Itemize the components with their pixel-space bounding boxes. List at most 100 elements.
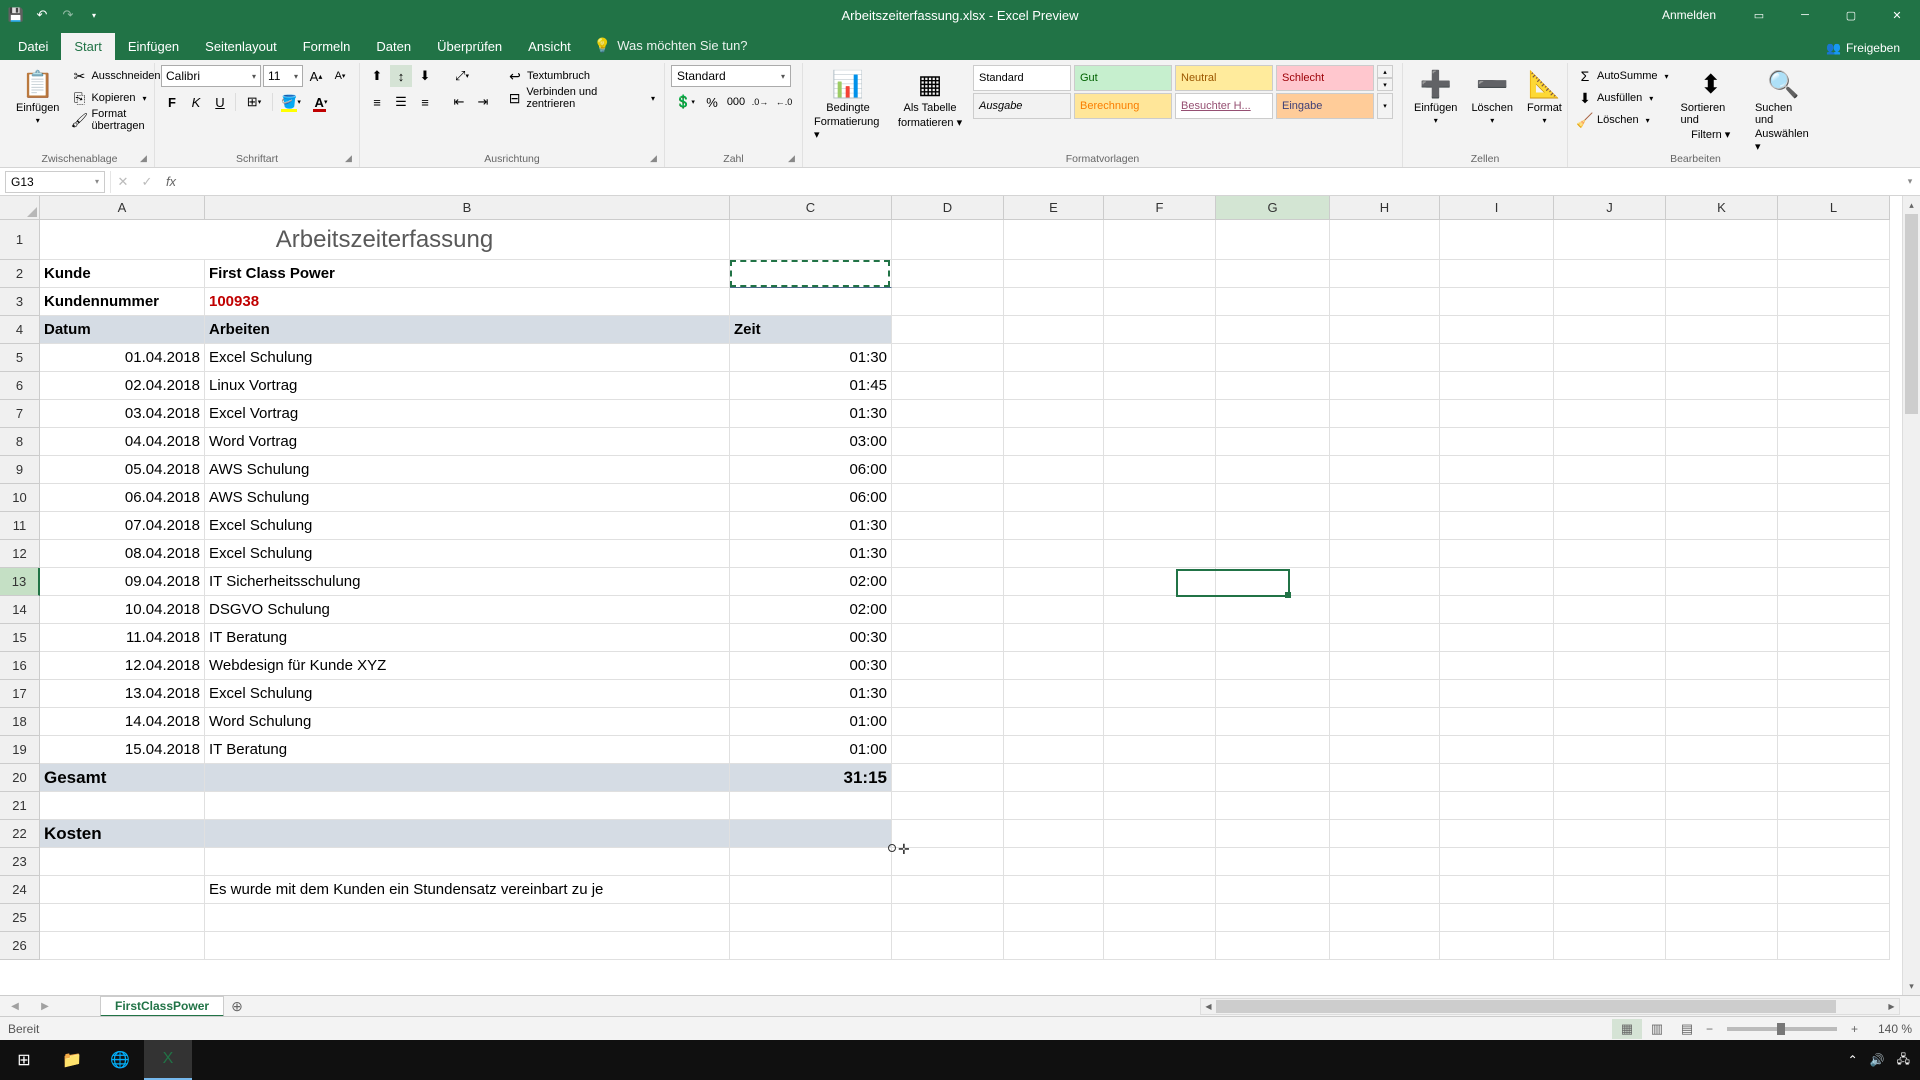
cell[interactable] (1104, 428, 1216, 456)
cell[interactable] (1666, 540, 1778, 568)
cell[interactable] (1554, 876, 1666, 904)
comma-button[interactable]: 000 (725, 91, 747, 113)
cell[interactable] (730, 260, 892, 288)
cell[interactable] (1778, 932, 1890, 960)
cell[interactable] (892, 820, 1004, 848)
format-painter-button[interactable]: 🖌Format übertragen (68, 109, 163, 131)
cell[interactable] (1666, 344, 1778, 372)
cell[interactable] (1330, 792, 1440, 820)
cell[interactable] (1778, 260, 1890, 288)
cell[interactable] (1330, 484, 1440, 512)
orientation-button[interactable]: ⤢▾ (448, 65, 476, 87)
number-format-combo[interactable]: Standard▾ (671, 65, 791, 87)
cell[interactable] (1004, 400, 1104, 428)
cut-button[interactable]: ✂Ausschneiden (68, 65, 163, 87)
cell[interactable] (892, 624, 1004, 652)
tab-start[interactable]: Start (61, 33, 114, 60)
cell[interactable] (1004, 220, 1104, 260)
cell[interactable]: 01:45 (730, 372, 892, 400)
hscroll-thumb[interactable] (1216, 1000, 1836, 1013)
align-middle-button[interactable]: ↕ (390, 65, 412, 87)
cell[interactable] (1216, 680, 1330, 708)
cell[interactable]: 03.04.2018 (40, 400, 205, 428)
cell[interactable] (1216, 624, 1330, 652)
cell[interactable] (1216, 932, 1330, 960)
underline-button[interactable]: U (209, 91, 231, 113)
cell[interactable] (1440, 932, 1554, 960)
cell[interactable]: 100938 (205, 288, 730, 316)
cell[interactable] (1666, 372, 1778, 400)
sheet-nav-next[interactable]: ▶ (41, 1001, 49, 1012)
align-launcher[interactable]: ◢ (650, 153, 662, 165)
cell[interactable] (205, 820, 730, 848)
cell[interactable]: Es wurde mit dem Kunden ein Stundensatz … (205, 876, 730, 904)
cell[interactable]: 03:00 (730, 428, 892, 456)
cell[interactable]: 10.04.2018 (40, 596, 205, 624)
cell[interactable] (1778, 400, 1890, 428)
minimize-button[interactable]: ─ (1782, 0, 1828, 30)
view-page-break-button[interactable]: ▤ (1672, 1019, 1702, 1039)
col-header-H[interactable]: H (1330, 196, 1440, 220)
cell[interactable] (1104, 596, 1216, 624)
sheet-tab-active[interactable]: FirstClassPower (100, 996, 224, 1017)
cell[interactable] (1004, 260, 1104, 288)
cell[interactable] (1666, 288, 1778, 316)
wrap-text-button[interactable]: ↩Textumbruch (504, 65, 658, 87)
cell-style-besuchter[interactable]: Besuchter H... (1175, 93, 1273, 119)
cell[interactable] (1778, 764, 1890, 792)
cell[interactable] (1778, 596, 1890, 624)
cell[interactable] (1330, 372, 1440, 400)
cell[interactable]: 07.04.2018 (40, 512, 205, 540)
cell[interactable] (730, 792, 892, 820)
cell[interactable] (1330, 428, 1440, 456)
cell[interactable] (1330, 344, 1440, 372)
clipboard-launcher[interactable]: ◢ (140, 153, 152, 165)
cell[interactable] (1104, 568, 1216, 596)
cell[interactable]: 00:30 (730, 652, 892, 680)
font-size-combo[interactable]: 11▾ (263, 65, 303, 87)
cell[interactable]: Excel Schulung (205, 512, 730, 540)
cell[interactable] (1216, 736, 1330, 764)
tell-me-search[interactable]: 💡Was möchten Sie tun? (584, 31, 758, 60)
cell[interactable] (1440, 540, 1554, 568)
cell[interactable] (1666, 220, 1778, 260)
col-header-D[interactable]: D (892, 196, 1004, 220)
cell[interactable] (1104, 904, 1216, 932)
cell[interactable] (892, 764, 1004, 792)
cell[interactable] (1778, 848, 1890, 876)
cell[interactable] (1666, 512, 1778, 540)
cell[interactable]: 01:30 (730, 400, 892, 428)
cell[interactable] (205, 764, 730, 792)
tab-file[interactable]: Datei (5, 33, 61, 60)
save-icon[interactable]: 💾 (8, 7, 24, 23)
cell[interactable]: 01:30 (730, 680, 892, 708)
cell[interactable] (1666, 736, 1778, 764)
cell[interactable]: 05.04.2018 (40, 456, 205, 484)
row-header-26[interactable]: 26 (0, 932, 40, 960)
clear-button[interactable]: 🧹Löschen▾ (1574, 109, 1672, 131)
percent-button[interactable]: % (701, 91, 723, 113)
format-cells-button[interactable]: 📐Format▾ (1522, 65, 1567, 128)
row-header-5[interactable]: 5 (0, 344, 40, 372)
cell[interactable] (1330, 260, 1440, 288)
cell[interactable] (1104, 680, 1216, 708)
cell[interactable]: 14.04.2018 (40, 708, 205, 736)
col-header-L[interactable]: L (1778, 196, 1890, 220)
cell[interactable]: Arbeitszeiterfassung (40, 220, 730, 260)
row-header-14[interactable]: 14 (0, 596, 40, 624)
row-header-6[interactable]: 6 (0, 372, 40, 400)
name-box[interactable]: G13▾ (5, 171, 105, 193)
cell[interactable] (730, 288, 892, 316)
cell[interactable] (1216, 288, 1330, 316)
find-select-button[interactable]: 🔍Suchen undAuswählen ▾ (1750, 65, 1817, 156)
cell[interactable] (1554, 512, 1666, 540)
formula-expand-button[interactable]: ▾ (1900, 176, 1920, 187)
cell[interactable] (892, 792, 1004, 820)
cell[interactable]: Excel Schulung (205, 540, 730, 568)
col-header-G[interactable]: G (1216, 196, 1330, 220)
cell[interactable] (1330, 932, 1440, 960)
cell[interactable] (1330, 596, 1440, 624)
cell[interactable] (1004, 680, 1104, 708)
fill-color-button[interactable]: 🪣▾ (277, 91, 305, 113)
cell[interactable] (1216, 372, 1330, 400)
